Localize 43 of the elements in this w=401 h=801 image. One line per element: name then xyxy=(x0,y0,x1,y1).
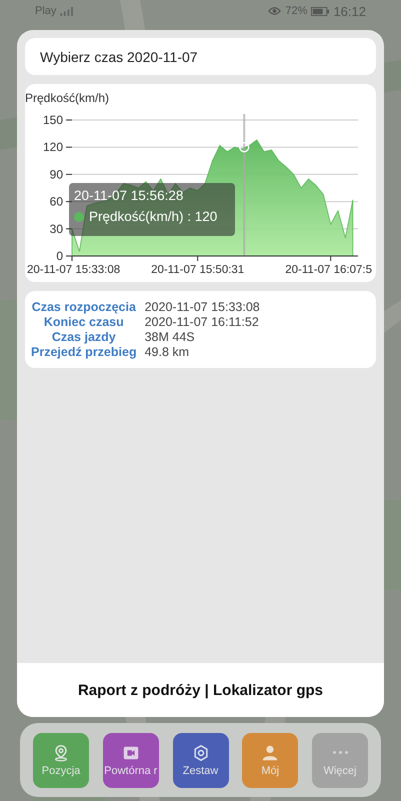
detail-label: Przejedź przebieg xyxy=(31,345,137,359)
nav-button[interactable]: Zestaw xyxy=(172,732,228,788)
eye-icon xyxy=(268,6,282,16)
nav-button[interactable]: Powtórna r xyxy=(102,732,159,788)
y-tick-label: 30 xyxy=(50,222,63,236)
video-camera-icon xyxy=(122,744,140,762)
carrier-name: Play xyxy=(35,5,56,17)
more-icon xyxy=(332,750,348,754)
y-tick-label: 90 xyxy=(50,167,63,182)
person-icon xyxy=(261,744,280,762)
x-tick-label: 20-11-07 16:07:5 xyxy=(285,264,372,276)
detail-label: Czas rozpoczęcia xyxy=(31,300,137,314)
tooltip-time: 20-11-07 15:56:28 xyxy=(74,188,184,203)
detail-value: 38M 44S xyxy=(144,330,196,344)
y-tick-label: 0 xyxy=(56,249,63,263)
y-tick xyxy=(66,174,72,175)
modal-title: Raport z podróży | Lokalizator gps xyxy=(78,682,324,698)
battery-icon xyxy=(311,6,330,16)
detail-value: 2020-11-07 16:11:52 xyxy=(144,315,260,329)
hover-point xyxy=(239,142,250,152)
y-tick-label: 150 xyxy=(42,113,63,127)
battery-level: 72% xyxy=(285,5,308,17)
tooltip-value: Prędkość(km/h) : 120 xyxy=(89,209,218,224)
y-tick-label: 60 xyxy=(50,194,63,209)
detail-label: Czas jazdy xyxy=(50,330,117,344)
detail-value: 49.8 km xyxy=(144,345,190,359)
y-tick-label: 120 xyxy=(42,140,63,154)
nav-button[interactable]: Pozycja xyxy=(33,732,89,788)
detail-label: Koniec czasu xyxy=(42,315,125,329)
detail-value: 2020-11-07 15:33:08 xyxy=(144,300,261,314)
clock: 16:12 xyxy=(333,4,366,18)
y-tick xyxy=(66,201,72,202)
y-tick xyxy=(66,146,72,148)
settings-icon xyxy=(192,744,210,762)
location-pin-icon xyxy=(52,744,70,762)
axis-title: Prędkość(km/h) xyxy=(25,91,110,105)
signal-icon xyxy=(60,6,76,16)
series-dot xyxy=(74,212,84,222)
x-tick-label: 20-11-07 15:33:08 xyxy=(27,264,120,276)
nav-button[interactable]: Mój xyxy=(242,732,298,788)
date-picker[interactable]: Wybierz czas 2020-11-07 xyxy=(25,38,376,75)
y-tick xyxy=(66,228,72,230)
x-tick-label: 20-11-07 15:50:31 xyxy=(151,264,244,276)
